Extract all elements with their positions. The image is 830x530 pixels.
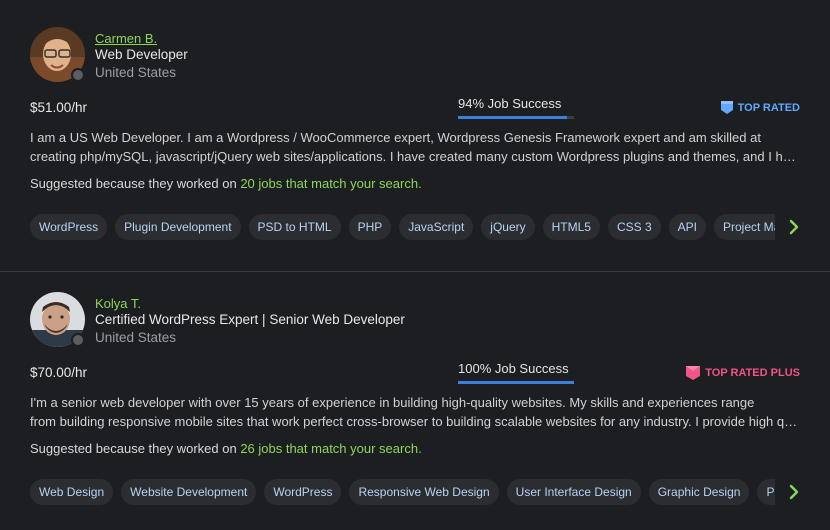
skill-tag[interactable]: Graphic Design [648, 479, 750, 505]
skill-tag[interactable]: Web Design [30, 479, 114, 505]
skill-tag[interactable]: JavaScript [399, 214, 474, 240]
freelancer-description: I'm a senior web developer with over 15 … [30, 393, 800, 431]
badge-label: TOP RATED PLUS [705, 367, 800, 379]
suggested-prefix: Suggested because they worked on [30, 176, 241, 191]
skills-list: WordPress Plugin Development PSD to HTML… [30, 214, 775, 240]
suggested-reason: Suggested because they worked on 26 jobs… [30, 441, 422, 456]
job-success-bar [458, 116, 574, 119]
skill-tag[interactable]: Responsive Web Design [349, 479, 499, 505]
hourly-rate: $51.00/hr [30, 100, 88, 115]
freelancer-name-link[interactable]: Kolya T. [95, 296, 141, 311]
freelancer-name-link[interactable]: Carmen B. [95, 31, 157, 46]
skill-tag[interactable]: User Interface Design [506, 479, 641, 505]
description-line: creating php/mySQL, javascript/jQuery we… [30, 149, 800, 164]
skills-list: Web Design Website Development WordPress… [30, 479, 775, 505]
badge-label: TOP RATED [737, 101, 800, 114]
suggested-reason: Suggested because they worked on 20 jobs… [30, 176, 422, 191]
description-line: I am a US Web Developer. I am a Wordpres… [30, 130, 761, 145]
freelancer-card[interactable]: Carmen B. Web Developer United States $5… [0, 0, 830, 272]
skill-tag[interactable]: CSS 3 [607, 214, 661, 240]
skill-tag[interactable]: Project Management [714, 214, 775, 240]
job-success-bar [458, 381, 574, 384]
job-success-label: 100% Job Success [458, 361, 569, 376]
skill-tag[interactable]: HTML5 [542, 214, 600, 240]
job-success-label: 94% Job Success [458, 96, 562, 111]
skill-tag[interactable]: jQuery [481, 214, 535, 240]
job-success: 100% Job Success [458, 361, 574, 384]
skill-tag[interactable]: WordPress [264, 479, 342, 505]
shield-badge-icon [720, 101, 733, 114]
skill-tag[interactable]: Website Development [121, 479, 257, 505]
hourly-rate: $70.00/hr [30, 365, 88, 380]
job-success: 94% Job Success [458, 96, 574, 119]
freelancer-card[interactable]: Kolya T. Certified WordPress Expert | Se… [0, 272, 830, 530]
top-rated-badge: TOP RATED [720, 100, 800, 115]
skill-tag[interactable]: Plugin Development [115, 214, 241, 240]
matching-jobs-link[interactable]: 20 jobs that match your search. [240, 176, 421, 191]
status-indicator [71, 68, 85, 82]
skill-tag[interactable]: WordPress [30, 214, 108, 240]
skill-tag[interactable]: PSD to HTML [757, 479, 775, 505]
status-indicator [71, 333, 85, 347]
chevron-right-icon[interactable] [786, 219, 802, 235]
shield-badge-icon [686, 366, 701, 380]
job-success-fill [458, 116, 568, 119]
job-success-fill [458, 381, 574, 384]
chevron-right-icon[interactable] [786, 484, 802, 500]
freelancer-title: Certified WordPress Expert | Senior Web … [95, 312, 405, 327]
description-line: from building responsive mobile sites th… [30, 414, 800, 429]
matching-jobs-link[interactable]: 26 jobs that match your search. [240, 441, 421, 456]
top-rated-plus-badge: TOP RATED PLUS [685, 365, 800, 381]
skill-tag[interactable]: PSD to HTML [248, 214, 341, 240]
skill-tag[interactable]: API [668, 214, 706, 240]
freelancer-location: United States [95, 330, 177, 345]
suggested-prefix: Suggested because they worked on [30, 441, 241, 456]
freelancer-description: I am a US Web Developer. I am a Wordpres… [30, 128, 800, 166]
freelancer-location: United States [95, 65, 177, 80]
description-line: I'm a senior web developer with over 15 … [30, 395, 755, 410]
skill-tag[interactable]: PHP [348, 214, 392, 240]
freelancer-title: Web Developer [95, 47, 188, 62]
